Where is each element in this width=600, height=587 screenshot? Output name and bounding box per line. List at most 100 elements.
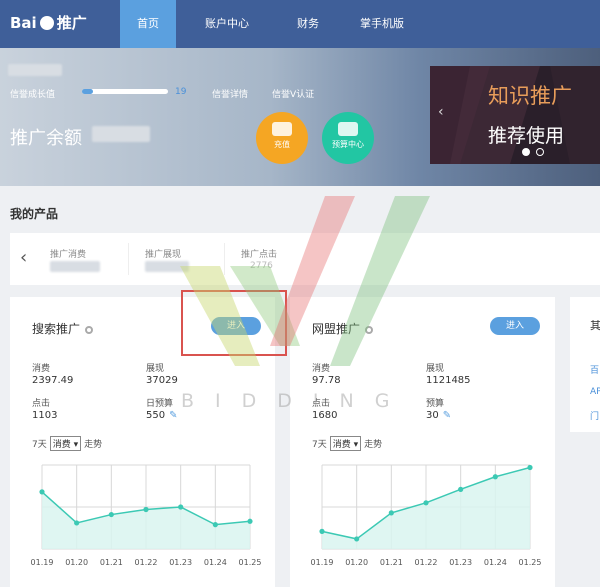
x-tick-label: 01.25 bbox=[519, 558, 542, 567]
piggy-bank-icon bbox=[272, 122, 292, 136]
daily-budget-value: 550 ✎ bbox=[146, 410, 177, 421]
budget-center-label: 预算中心 bbox=[332, 140, 364, 149]
union-promo-title: 网盟推广 bbox=[312, 320, 374, 337]
watermark-text: BIDDING bbox=[181, 390, 411, 412]
x-tick-label: 01.19 bbox=[311, 558, 334, 567]
trend-label: 走势 bbox=[84, 440, 103, 450]
nav-account-center[interactable]: 账户中心 bbox=[196, 0, 258, 48]
nav-finance[interactable]: 财务 bbox=[288, 0, 328, 48]
blurred-spend bbox=[50, 261, 100, 272]
nav-mobile[interactable]: 掌手机版 bbox=[352, 0, 412, 48]
period-label: 7天 bbox=[32, 440, 47, 450]
data-point bbox=[354, 536, 360, 542]
side-link-3[interactable]: 门 bbox=[590, 409, 599, 422]
data-point bbox=[388, 510, 394, 516]
clicks-value: 1103 bbox=[32, 410, 58, 421]
spend-label: 消费 bbox=[312, 364, 331, 374]
trend-label: 走势 bbox=[364, 440, 383, 450]
banner-dot[interactable] bbox=[536, 148, 544, 156]
logo-suffix: 推广 bbox=[56, 14, 87, 32]
search-trend-chart: 01.19 01.20 01.21 01.22 01.23 01.24 01.25 bbox=[31, 464, 262, 567]
x-tick-label: 01.21 bbox=[100, 558, 123, 567]
chevron-left-icon[interactable]: ‹ bbox=[20, 247, 27, 268]
metric-select-value: 消费 bbox=[52, 440, 71, 450]
credit-growth-fill bbox=[82, 89, 94, 94]
spend-value: 97.78 bbox=[312, 375, 341, 386]
data-point bbox=[319, 528, 325, 534]
nav-home[interactable]: 首页 bbox=[120, 0, 176, 48]
recharge-label: 充值 bbox=[274, 140, 290, 149]
period-label: 7天 bbox=[312, 440, 327, 450]
balance-title: 推广余额 bbox=[10, 128, 82, 149]
wallet-icon bbox=[338, 122, 358, 136]
x-tick-label: 01.20 bbox=[65, 558, 88, 567]
side-card-partial: 其 百 AP 门 bbox=[570, 297, 600, 432]
daily-budget-label: 日预算 bbox=[146, 399, 174, 409]
strip-divider bbox=[128, 243, 129, 275]
data-point bbox=[212, 522, 218, 528]
search-promo-title-text: 搜索推广 bbox=[32, 322, 81, 336]
recharge-button[interactable]: 充值 bbox=[256, 112, 308, 164]
metric-select[interactable]: 消费 ▾ bbox=[329, 436, 362, 451]
blurred-impressions bbox=[145, 261, 189, 272]
x-tick-label: 01.23 bbox=[449, 558, 472, 567]
credit-detail-link[interactable]: 信誉详情 bbox=[212, 87, 248, 100]
union-promo-card: 网盟推广 进入 消费 97.78 展现 1121485 点击 1680 预算 3… bbox=[290, 297, 555, 587]
data-point bbox=[39, 489, 45, 495]
x-tick-label: 01.21 bbox=[380, 558, 403, 567]
spend-value: 2397.49 bbox=[32, 375, 74, 386]
union-trend-chart: 01.19 01.20 01.21 01.22 01.23 01.24 01.25 bbox=[311, 464, 542, 567]
x-tick-label: 01.22 bbox=[415, 558, 438, 567]
credit-growth-bar bbox=[82, 89, 168, 94]
data-point bbox=[527, 464, 533, 471]
impressions-value: 37029 bbox=[146, 375, 178, 386]
x-tick-label: 01.19 bbox=[31, 558, 54, 567]
product-strip: ‹ 推广消费 推广展现 推广点击 2776 bbox=[10, 233, 600, 285]
impressions-label: 展现 bbox=[146, 364, 165, 374]
metric-select[interactable]: 消费 ▾ bbox=[49, 436, 82, 451]
x-tick-label: 01.23 bbox=[169, 558, 192, 567]
banner-prev-arrow[interactable]: ‹ bbox=[438, 104, 444, 120]
trend-controls: 7天 消费 ▾ 走势 bbox=[32, 436, 102, 451]
side-link-1[interactable]: 百 bbox=[590, 363, 599, 376]
credit-growth-label: 信誉成长值 bbox=[10, 90, 56, 100]
data-point bbox=[458, 486, 464, 492]
x-tick-label: 01.25 bbox=[239, 558, 262, 567]
x-tick-label: 01.24 bbox=[484, 558, 507, 567]
budget-center-button[interactable]: 预算中心 bbox=[322, 112, 374, 164]
budget-number: 30 bbox=[426, 410, 439, 421]
daily-budget-number: 550 bbox=[146, 410, 166, 421]
credit-v-link[interactable]: 信誉V认证 bbox=[272, 87, 314, 100]
pencil-icon[interactable]: ✎ bbox=[169, 410, 177, 421]
strip-label-spend: 推广消费 bbox=[50, 250, 87, 260]
gear-icon[interactable] bbox=[365, 325, 374, 334]
side-link-2[interactable]: AP bbox=[590, 387, 600, 397]
top-nav: Bai 推广 首页 账户中心 财务 掌手机版 bbox=[0, 0, 600, 48]
data-point bbox=[74, 520, 80, 526]
banner-line2: 推荐使用 bbox=[488, 125, 565, 147]
paw-icon bbox=[39, 15, 54, 30]
data-point bbox=[108, 511, 114, 518]
impressions-label: 展现 bbox=[426, 364, 445, 374]
baidu-logo[interactable]: Bai 推广 bbox=[10, 12, 87, 33]
spend-label: 消费 bbox=[32, 364, 51, 374]
strip-divider bbox=[224, 243, 225, 275]
logo-text: Bai bbox=[10, 13, 37, 32]
gear-icon[interactable] bbox=[85, 325, 94, 334]
pencil-icon[interactable]: ✎ bbox=[443, 410, 451, 421]
union-enter-button[interactable]: 进入 bbox=[490, 317, 540, 335]
data-point bbox=[423, 500, 429, 506]
strip-label-clicks: 推广点击 bbox=[241, 250, 278, 260]
x-tick-label: 01.20 bbox=[345, 558, 368, 567]
x-tick-label: 01.24 bbox=[204, 558, 227, 567]
promo-banner[interactable]: ‹ 知识推广 推荐使用 bbox=[430, 66, 600, 164]
banner-dot-active[interactable] bbox=[522, 148, 530, 156]
data-point bbox=[492, 474, 498, 480]
my-products-title: 我的产品 bbox=[10, 207, 59, 221]
search-promo-title: 搜索推广 bbox=[32, 320, 94, 337]
budget-label: 预算 bbox=[426, 399, 445, 409]
highlight-box bbox=[181, 290, 287, 356]
credit-growth-value: 19 bbox=[175, 87, 187, 97]
budget-value: 30 ✎ bbox=[426, 410, 451, 421]
blurred-balance bbox=[92, 126, 150, 142]
